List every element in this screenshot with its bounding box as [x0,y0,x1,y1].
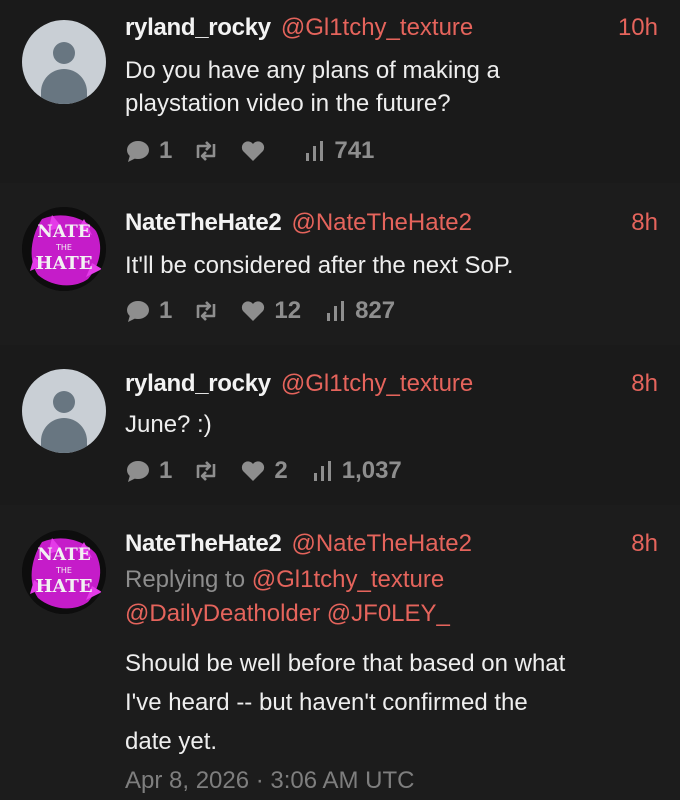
views-button[interactable]: 827 [325,297,395,325]
comment-icon [127,461,149,482]
author-handle[interactable]: @Gl1tchy_texture [281,14,473,42]
views-icon [313,461,331,481]
nate-the-hate-logo[interactable]: NATE THE HATE [22,207,106,291]
views-icon [306,141,324,161]
mention-link[interactable]: @Gl1tchy_texture [252,566,444,593]
reply-button[interactable]: 1 [125,297,172,325]
logo-bottom: HATE [35,253,92,274]
retweet-icon [197,301,216,321]
heart-icon [242,301,265,321]
author-name[interactable]: ryland_rocky [125,370,271,398]
tweet-3[interactable]: ryland_rocky @Gl1tchy_texture 8h June? :… [0,345,680,505]
like-count: 2 [274,457,288,484]
author-handle[interactable]: @NateTheHate2 [291,530,471,558]
views-button[interactable]: 741 [304,137,374,165]
logo-middle: THE [55,566,72,575]
reply-count: 1 [159,297,173,324]
reply-count: 1 [159,457,173,484]
retweet-icon [197,461,216,481]
replying-prefix: Replying to [125,566,246,593]
author-handle[interactable]: @Gl1tchy_texture [281,370,473,398]
reply-count: 1 [159,137,173,164]
tweet-time[interactable]: 8h [631,530,658,558]
views-button[interactable]: 1,037 [312,457,402,485]
heart-icon [242,141,265,161]
author-handle[interactable]: @NateTheHate2 [291,209,471,237]
like-button[interactable] [240,140,266,162]
like-button[interactable]: 2 [240,457,288,485]
mention-link[interactable]: @JF0LEY_ [327,600,450,627]
tweet-actions: 1 2 1,037 [125,456,402,486]
tweet-text: Should be well before that based on what… [125,650,566,755]
tweet-actions: 1 741 [125,136,374,166]
tweet-2[interactable]: NATE THE HATE NateTheHate2 @NateTheHate2… [0,183,680,345]
comment-icon [127,141,149,162]
reply-button[interactable]: 1 [125,457,172,485]
author-name[interactable]: NateTheHate2 [125,209,282,237]
retweet-button[interactable] [192,460,220,482]
retweet-button[interactable] [192,140,220,162]
views-icon [327,301,345,321]
tweet-text: It'll be considered after the next SoP. [125,252,514,279]
logo-bottom: HATE [35,576,92,597]
tweet-actions: 1 12 827 [125,296,395,326]
tweet-text: Do you have any plans of making a playst… [125,57,500,117]
logo-middle: THE [55,243,72,252]
logo-top: NATE [37,222,90,242]
author-name[interactable]: ryland_rocky [125,14,271,42]
view-count: 827 [355,297,396,324]
replying-to: Replying to @Gl1tchy_texture @DailyDeath… [125,563,660,631]
tweet-time[interactable]: 8h [631,209,658,237]
tweet-4[interactable]: NATE THE HATE NateTheHate2 @NateTheHate2… [0,505,680,800]
default-avatar-icon[interactable] [22,20,106,104]
view-count: 1,037 [341,457,402,484]
comment-icon [127,301,149,322]
logo-top: NATE [37,545,90,565]
like-count: 12 [274,297,302,324]
tweet-time[interactable]: 10h [618,14,658,42]
tweet-1[interactable]: ryland_rocky @Gl1tchy_texture 10h Do you… [0,0,680,183]
mention-link[interactable]: @DailyDeatholder [125,600,320,627]
view-count: 741 [334,137,375,164]
retweet-icon [197,141,216,161]
nate-the-hate-logo[interactable]: NATE THE HATE [22,530,106,614]
tweet-time[interactable]: 8h [631,370,658,398]
tweet-text: June? :) [125,411,212,438]
heart-icon [242,461,265,481]
author-name[interactable]: NateTheHate2 [125,530,282,558]
retweet-button[interactable] [192,300,220,322]
like-button[interactable]: 12 [240,297,301,325]
tweet-timestamp[interactable]: Apr 8, 2026 · 3:06 AM UTC [125,767,414,795]
reply-button[interactable]: 1 [125,137,172,165]
default-avatar-icon[interactable] [22,369,106,453]
